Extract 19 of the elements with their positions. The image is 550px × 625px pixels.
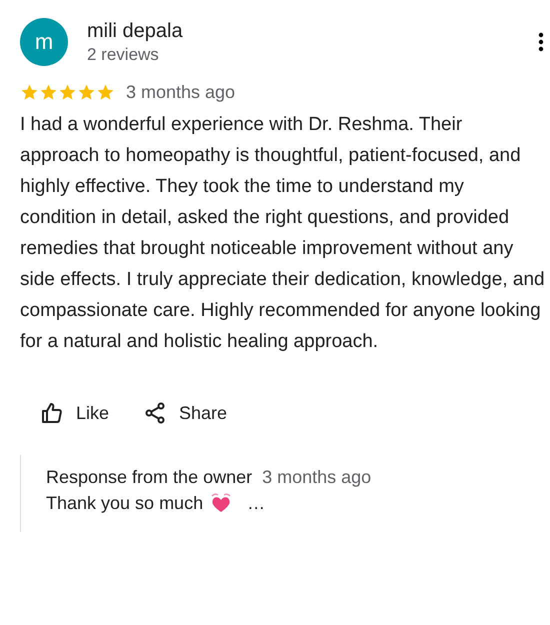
star-icon — [39, 83, 58, 102]
thumbs-up-icon — [40, 401, 64, 425]
review-count: 2 reviews — [87, 44, 160, 66]
more-options-icon[interactable] — [538, 32, 544, 52]
star-icon — [77, 83, 96, 102]
star-icon — [58, 83, 77, 102]
response-text: Thank you so much — [46, 492, 204, 515]
author-name: mili depala — [87, 19, 184, 44]
share-icon — [143, 401, 168, 425]
star-icon — [20, 83, 39, 102]
like-button[interactable]: Like — [38, 395, 112, 431]
review-time: 3 months ago — [126, 82, 236, 103]
share-button[interactable]: Share — [141, 395, 230, 431]
avatar: m — [20, 18, 68, 66]
more-text[interactable]: … — [247, 488, 266, 518]
response-title: Response from the owner — [46, 467, 252, 488]
response-time: 3 months ago — [262, 467, 372, 488]
star-icon — [96, 83, 115, 102]
review-text: I had a wonderful experience with Dr. Reshma. Their approach to homeopathy is thoughtful, patient-focused, and highly effective. They took the time to understand my condition in detail, asked the right questions, and provided remedies that brought noticeable improvement without any side effects. I truly appreciate their dedication, knowledge, and compassionate care. Highly recommended for anyone looking for a natural and holistic healing approach. — [20, 113, 545, 354]
